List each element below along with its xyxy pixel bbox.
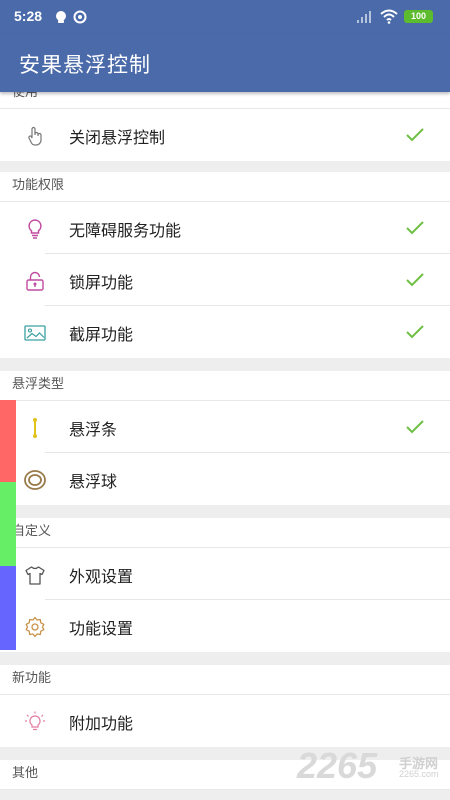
check-icon bbox=[406, 420, 424, 434]
check-icon bbox=[406, 128, 424, 142]
section-custom: 自定义 外观设置 功能设置 bbox=[0, 518, 450, 652]
row-function-settings[interactable]: 功能设置 bbox=[0, 600, 450, 652]
row-label: 悬浮球 bbox=[69, 472, 118, 491]
row-label: 截屏功能 bbox=[69, 325, 134, 344]
section-use: 使用 关闭悬浮控制 bbox=[0, 92, 450, 161]
float-ball-icon bbox=[24, 470, 46, 490]
screenshot-icon bbox=[24, 325, 46, 341]
section-new-features: 新功能 附加功能 bbox=[0, 665, 450, 747]
bulb-outline-icon bbox=[25, 711, 45, 731]
app-bar: 安果悬浮控制 bbox=[0, 34, 450, 92]
watermark-number: 2265 bbox=[297, 745, 378, 786]
row-appearance-settings[interactable]: 外观设置 bbox=[0, 548, 450, 600]
wifi-icon bbox=[380, 9, 398, 24]
float-bar-segment-blue[interactable] bbox=[0, 566, 16, 650]
row-close-float-control[interactable]: 关闭悬浮控制 bbox=[0, 109, 450, 161]
sync-icon bbox=[73, 10, 87, 24]
float-bar-segment-green[interactable] bbox=[0, 482, 16, 566]
gear-icon bbox=[25, 616, 45, 638]
status-bar: 5:28 100 bbox=[0, 0, 450, 34]
status-time: 5:28 bbox=[14, 8, 43, 24]
section-title-permissions: 功能权限 bbox=[0, 172, 450, 202]
check-icon bbox=[406, 273, 424, 287]
float-bar-segment-red[interactable] bbox=[0, 400, 16, 482]
watermark-url: 2265.com bbox=[399, 769, 439, 779]
lock-icon bbox=[26, 271, 44, 291]
row-screenshot[interactable]: 截屏功能 bbox=[0, 306, 450, 358]
row-lock-screen[interactable]: 锁屏功能 bbox=[0, 254, 450, 306]
row-label: 悬浮条 bbox=[69, 420, 118, 439]
lightbulb-icon bbox=[28, 219, 42, 239]
section-title-custom: 自定义 bbox=[0, 518, 450, 548]
row-label: 附加功能 bbox=[69, 714, 134, 733]
float-bar-icon bbox=[33, 418, 37, 438]
watermark-logo: 2265 手游网 2265.com bbox=[297, 745, 447, 790]
row-extra-features[interactable]: 附加功能 bbox=[0, 695, 450, 747]
hand-pointer-icon bbox=[28, 126, 42, 146]
settings-list[interactable]: 使用 关闭悬浮控制 功能权限 无障碍服务功能 锁屏功能 截屏功能 悬浮类型 悬浮… bbox=[0, 92, 450, 800]
row-float-ball[interactable]: 悬浮球 bbox=[0, 453, 450, 505]
row-accessibility-service[interactable]: 无障碍服务功能 bbox=[0, 202, 450, 254]
section-permissions: 功能权限 无障碍服务功能 锁屏功能 截屏功能 bbox=[0, 172, 450, 358]
check-icon bbox=[406, 221, 424, 235]
row-label: 锁屏功能 bbox=[69, 273, 134, 292]
row-float-bar[interactable]: 悬浮条 bbox=[0, 401, 450, 453]
section-title-new-features: 新功能 bbox=[0, 665, 450, 695]
page-title: 安果悬浮控制 bbox=[19, 53, 151, 77]
signal-icon bbox=[357, 11, 371, 23]
section-title-float-type: 悬浮类型 bbox=[0, 371, 450, 401]
row-label: 功能设置 bbox=[69, 619, 134, 638]
section-title-use: 使用 bbox=[0, 92, 450, 109]
section-float-type: 悬浮类型 悬浮条 悬浮球 bbox=[0, 371, 450, 505]
check-icon bbox=[406, 325, 424, 339]
row-label: 无障碍服务功能 bbox=[69, 221, 182, 240]
row-label: 外观设置 bbox=[69, 567, 134, 586]
battery-indicator: 100 bbox=[404, 10, 433, 23]
notification-icon bbox=[56, 11, 66, 23]
tshirt-icon bbox=[25, 566, 45, 585]
row-label: 关闭悬浮控制 bbox=[69, 128, 166, 147]
